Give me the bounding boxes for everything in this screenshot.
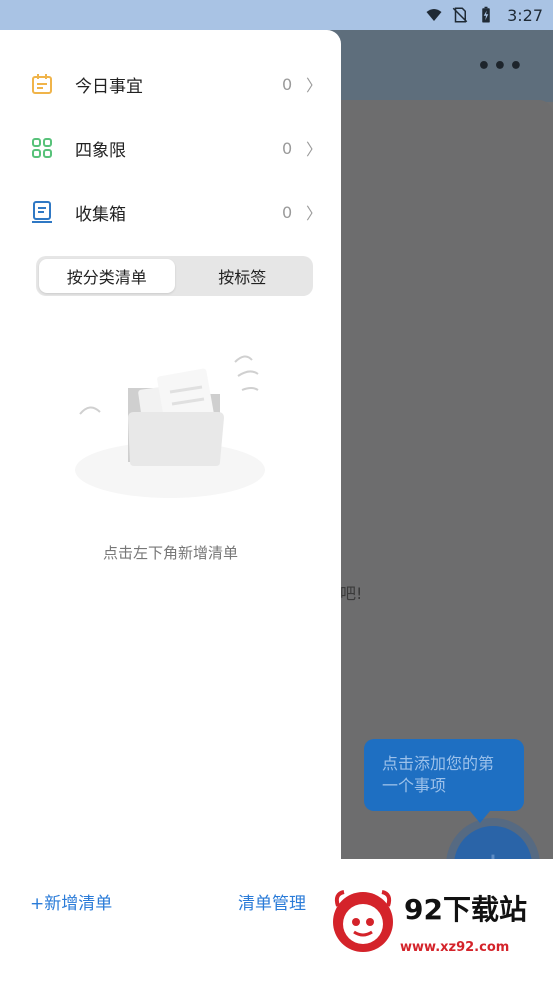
add-list-button[interactable]: +新增清单 bbox=[30, 889, 112, 914]
chevron-right-icon: 〉 bbox=[306, 140, 323, 159]
menu-item-count: 0 bbox=[282, 138, 293, 158]
watermark-url: www.xz92.com bbox=[400, 940, 510, 955]
more-menu-button[interactable]: ••• bbox=[477, 54, 525, 79]
tab-by-category[interactable]: 按分类清单 bbox=[39, 259, 175, 293]
watermark-logo-icon bbox=[333, 890, 393, 952]
wifi-icon bbox=[426, 9, 442, 21]
tab-by-tag[interactable]: 按标签 bbox=[175, 259, 311, 293]
empty-state-text: 点击左下角新增清单 bbox=[102, 544, 238, 562]
menu-item-inbox[interactable]: 收集箱 0 〉 bbox=[0, 184, 341, 240]
menu-item-label: 收集箱 bbox=[75, 204, 126, 225]
side-drawer: 今日事宜 0 〉 四象限 0 〉 收集箱 0 〉 按分类清单 按标签 点击左下角… bbox=[0, 30, 341, 983]
site-watermark: 92下载站 www.xz92.com bbox=[330, 880, 550, 970]
list-mode-segmented-control: 按分类清单 按标签 bbox=[36, 256, 313, 296]
status-time: 3:27 bbox=[507, 5, 543, 25]
menu-item-label: 四象限 bbox=[75, 140, 126, 161]
calendar-icon bbox=[32, 74, 52, 94]
menu-item-count: 0 bbox=[282, 74, 293, 94]
chevron-right-icon: 〉 bbox=[306, 76, 323, 95]
inbox-icon bbox=[32, 201, 52, 223]
manage-list-button[interactable]: 清单管理 bbox=[238, 889, 306, 914]
menu-item-today[interactable]: 今日事宜 0 〉 bbox=[0, 56, 341, 112]
no-sim-icon bbox=[452, 7, 468, 23]
menu-item-quadrant[interactable]: 四象限 0 〉 bbox=[0, 120, 341, 176]
menu-item-label: 今日事宜 bbox=[75, 76, 143, 97]
chevron-right-icon: 〉 bbox=[306, 204, 323, 223]
quadrant-grid-icon bbox=[32, 138, 52, 158]
empty-folder-illustration bbox=[75, 355, 265, 498]
battery-charging-icon bbox=[482, 6, 490, 23]
status-bar: 3:27 bbox=[0, 0, 553, 30]
watermark-title: 92下载站 bbox=[404, 893, 527, 926]
menu-item-count: 0 bbox=[282, 202, 293, 222]
add-task-tooltip: 点击添加您的第一个事项 bbox=[364, 739, 524, 823]
background-hint-text: 吧! bbox=[340, 584, 363, 603]
